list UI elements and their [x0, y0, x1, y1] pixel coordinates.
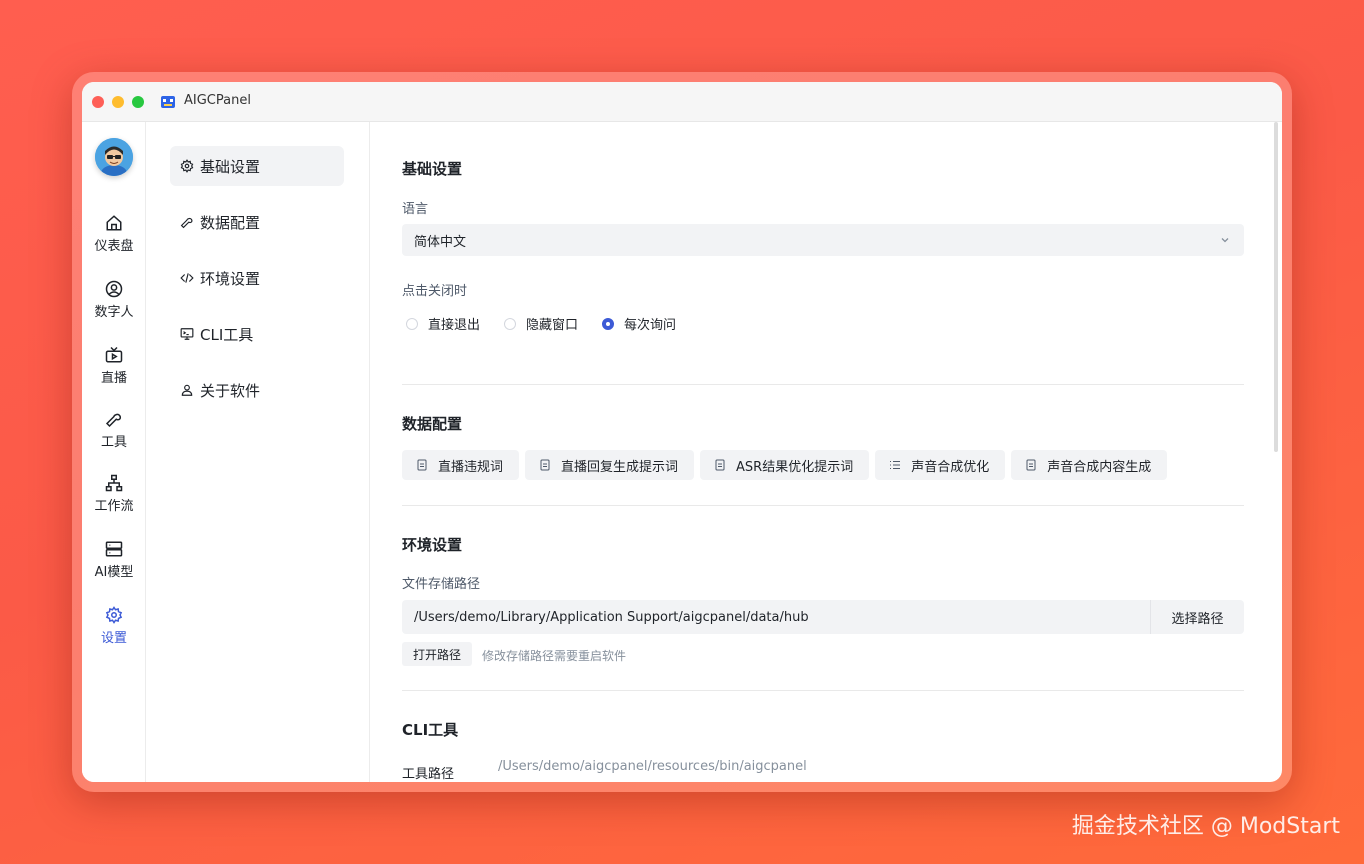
settings-content[interactable]: 基础设置 语言 简体中文 点击关闭时 直接退出 隐藏窗口 每次询问 数据配置 直… [370, 122, 1282, 782]
basic-settings-title: 基础设置 [402, 160, 463, 178]
code-icon [180, 273, 194, 283]
close-behavior-label: 点击关闭时 [402, 284, 468, 299]
workflow-icon [105, 474, 123, 492]
document-icon [715, 459, 725, 471]
title-bar: AIGCPanel [82, 82, 1282, 122]
chevron-down-icon [1221, 238, 1229, 243]
document-icon [540, 459, 550, 471]
wrench-icon [180, 217, 193, 229]
menu-item-label: 数据配置 [200, 213, 261, 232]
live-reply-prompt-button[interactable]: 直播回复生成提示词 [525, 450, 695, 480]
choose-path-button[interactable]: 选择路径 [1150, 600, 1244, 634]
radio-circle [504, 317, 517, 330]
cli-path-label: 工具路径 [402, 767, 455, 782]
divider [402, 384, 1244, 385]
chip-label: 声音合成内容生成 [1047, 459, 1152, 475]
user-icon [181, 384, 193, 396]
nav-item-label: 数字人 [94, 305, 134, 320]
app-window: AIGCPanel 仪表盘 数字人 直播 工具 工作流 AI模型 设置 基础设置… [82, 82, 1282, 782]
gear-icon [105, 606, 123, 624]
nav-item-live[interactable]: 直播 [82, 346, 146, 402]
data-config-title: 数据配置 [402, 415, 463, 433]
radio-hide-window[interactable]: 隐藏窗口 [504, 314, 578, 333]
home-icon [106, 215, 122, 231]
nav-item-label: 设置 [100, 631, 127, 646]
nav-rail: 仪表盘 数字人 直播 工具 工作流 AI模型 设置 [82, 122, 146, 782]
menu-item-label: 基础设置 [200, 157, 261, 176]
tts-optimize-button[interactable]: 声音合成优化 [875, 450, 1006, 480]
wrench-icon [105, 413, 122, 428]
cli-path-value: /Users/demo/aigcpanel/resources/bin/aigc… [498, 759, 807, 774]
radio-quit[interactable]: 直接退出 [406, 314, 480, 333]
close-window-button[interactable] [92, 96, 104, 108]
live-banned-words-button[interactable]: 直播违规词 [402, 450, 520, 480]
divider [402, 690, 1244, 691]
menu-item-label: 环境设置 [200, 269, 261, 288]
nav-item-workflow[interactable]: 工作流 [82, 474, 146, 530]
user-circle-icon [105, 280, 123, 298]
menu-item-label: CLI工具 [200, 325, 254, 344]
scrollbar-thumb[interactable] [1274, 122, 1278, 452]
radio-label: 隐藏窗口 [526, 318, 579, 333]
menu-item-basic[interactable]: 基础设置 [170, 146, 344, 186]
menu-item-about[interactable]: 关于软件 [170, 370, 344, 410]
nav-item-label: 工作流 [94, 499, 134, 514]
watermark: 掘金技术社区 @ ModStart [1071, 814, 1340, 839]
chip-label: 直播回复生成提示词 [561, 459, 679, 475]
app-logo-icon [161, 96, 175, 108]
document-icon [1026, 459, 1036, 471]
radio-ask-every-time[interactable]: 每次询问 [602, 314, 676, 333]
storage-path-group: 选择路径 [402, 600, 1244, 634]
tts-content-generate-button[interactable]: 声音合成内容生成 [1011, 450, 1168, 480]
radio-label: 直接退出 [428, 318, 481, 333]
open-path-button[interactable]: 打开路径 [402, 642, 473, 666]
chip-label: 直播违规词 [438, 459, 504, 475]
document-icon [417, 459, 427, 471]
server-icon [105, 541, 123, 557]
avatar[interactable] [95, 138, 133, 176]
language-label: 语言 [402, 202, 429, 217]
terminal-icon [180, 328, 194, 340]
radio-label: 每次询问 [624, 318, 677, 333]
cli-title: CLI工具 [402, 721, 459, 739]
avatar-icon [95, 138, 133, 176]
nav-item-label: 直播 [100, 371, 127, 386]
chip-label: 声音合成优化 [911, 459, 990, 475]
list-icon [890, 461, 901, 469]
nav-item-label: 工具 [100, 435, 127, 450]
language-select[interactable]: 简体中文 [402, 224, 1244, 256]
restart-hint: 修改存储路径需要重启软件 [482, 649, 627, 663]
minimize-window-button[interactable] [112, 96, 124, 108]
nav-item-label: AI模型 [94, 565, 134, 580]
menu-item-environment[interactable]: 环境设置 [170, 258, 344, 298]
radio-circle [602, 317, 615, 330]
nav-item-label: 仪表盘 [94, 239, 134, 254]
menu-item-label: 关于软件 [200, 381, 261, 400]
app-title: AIGCPanel [184, 93, 251, 108]
storage-path-input[interactable] [402, 600, 1150, 634]
nav-item-digital-human[interactable]: 数字人 [82, 280, 146, 336]
storage-path-label: 文件存储路径 [402, 577, 481, 592]
asr-optimize-prompt-button[interactable]: ASR结果优化提示词 [700, 450, 870, 480]
nav-item-tools[interactable]: 工具 [82, 410, 146, 466]
menu-item-cli[interactable]: CLI工具 [170, 314, 344, 354]
gear-icon [180, 159, 194, 173]
nav-item-dashboard[interactable]: 仪表盘 [82, 214, 146, 270]
menu-item-data-config[interactable]: 数据配置 [170, 202, 344, 242]
radio-circle [406, 317, 418, 330]
environment-title: 环境设置 [402, 536, 463, 554]
settings-menu: 基础设置 数据配置 环境设置 CLI工具 关于软件 [146, 122, 370, 782]
language-value: 简体中文 [414, 234, 467, 250]
close-behavior-group: 直接退出 隐藏窗口 每次询问 [406, 314, 700, 333]
chip-label: ASR结果优化提示词 [736, 459, 854, 475]
tv-icon [105, 346, 123, 363]
divider [402, 505, 1244, 506]
zoom-window-button[interactable] [132, 96, 144, 108]
nav-item-settings[interactable]: 设置 [82, 606, 146, 662]
data-config-buttons: 直播违规词 直播回复生成提示词 ASR结果优化提示词 声音合成优化 声音合成内容… [402, 450, 1173, 480]
nav-item-ai-models[interactable]: AI模型 [82, 540, 146, 596]
